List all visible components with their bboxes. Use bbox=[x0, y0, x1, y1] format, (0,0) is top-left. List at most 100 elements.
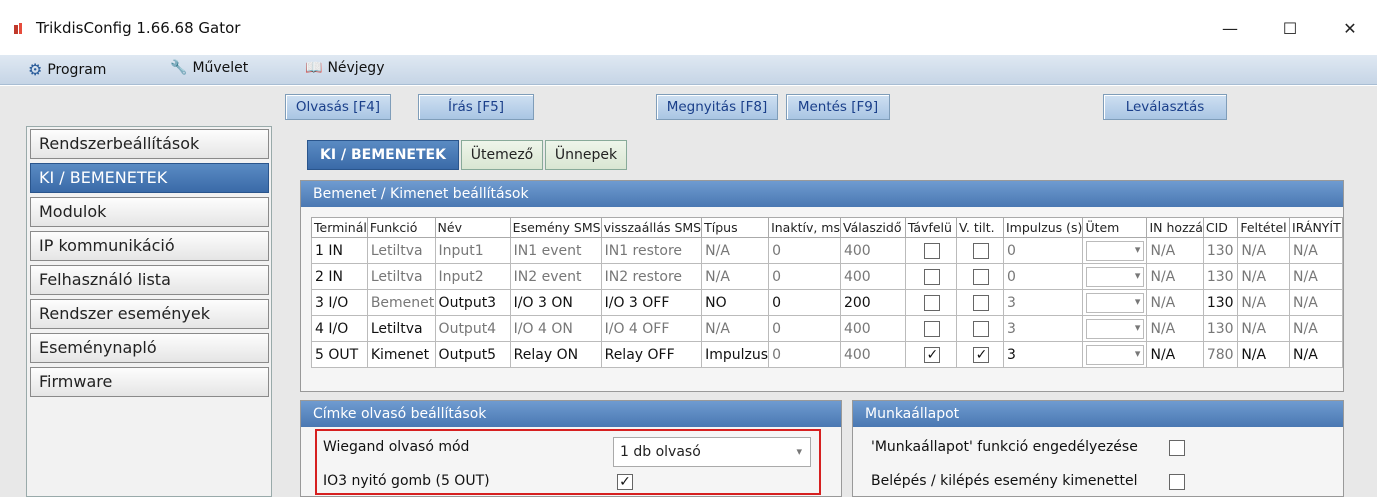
cell-event[interactable]: I/O 3 ON bbox=[509, 289, 602, 316]
cell-name[interactable]: Output4 bbox=[434, 315, 511, 342]
cell-vtilt[interactable] bbox=[955, 263, 1005, 290]
vtilt-checkbox[interactable] bbox=[973, 320, 990, 337]
wiegand-select[interactable]: 1 db olvasó ▾ bbox=[613, 437, 811, 467]
cell-impulse[interactable]: 0 bbox=[1002, 237, 1084, 264]
cell-dir[interactable]: N/A bbox=[1289, 263, 1343, 290]
cell-restore[interactable]: I/O 4 OFF bbox=[600, 315, 703, 342]
schedule-dropdown[interactable] bbox=[1086, 240, 1145, 261]
sidebar-item-esemenynaplo[interactable]: Eseménynapló bbox=[30, 333, 269, 363]
vtilt-checkbox[interactable]: ✓ bbox=[973, 346, 990, 363]
cell-in[interactable]: N/A bbox=[1146, 263, 1204, 290]
disconnect-button[interactable]: Leválasztás bbox=[1103, 94, 1227, 120]
schedule-dropdown[interactable] bbox=[1086, 292, 1145, 313]
schedule-dropdown[interactable] bbox=[1086, 266, 1145, 287]
cell-function[interactable]: Kimenet bbox=[366, 341, 436, 368]
table-row[interactable]: 5 OUT Kimenet Output5 Relay ON Relay OFF… bbox=[311, 341, 1343, 368]
cell-event[interactable]: I/O 4 ON bbox=[509, 315, 602, 342]
open-button[interactable]: Megnyitás [F8] bbox=[656, 94, 778, 120]
cell-impulse[interactable]: 0 bbox=[1002, 263, 1084, 290]
cell-inactive[interactable]: 0 bbox=[768, 341, 841, 368]
cell-type[interactable]: NO bbox=[701, 289, 770, 316]
cell-dir[interactable]: N/A bbox=[1289, 341, 1343, 368]
cell-response[interactable]: 200 bbox=[839, 289, 906, 316]
cell-name[interactable]: Output3 bbox=[434, 289, 511, 316]
remote-checkbox[interactable] bbox=[924, 320, 941, 337]
cell-cid[interactable]: 130 bbox=[1202, 263, 1239, 290]
cell-restore[interactable]: IN2 restore bbox=[600, 263, 703, 290]
cell-vtilt[interactable] bbox=[955, 289, 1005, 316]
close-button[interactable]: ✕ bbox=[1330, 14, 1370, 44]
sidebar-item-firmware[interactable]: Firmware bbox=[30, 367, 269, 397]
entry-exit-checkbox[interactable] bbox=[1169, 474, 1185, 490]
sidebar-item-modulok[interactable]: Modulok bbox=[30, 197, 269, 227]
cell-restore[interactable]: Relay OFF bbox=[600, 341, 703, 368]
tab-unnepek[interactable]: Ünnepek bbox=[545, 140, 627, 170]
work-enable-checkbox[interactable] bbox=[1169, 440, 1185, 456]
cell-event[interactable]: IN1 event bbox=[509, 237, 602, 264]
remote-checkbox[interactable] bbox=[924, 294, 941, 311]
cell-inactive[interactable]: 0 bbox=[768, 315, 841, 342]
cell-cid[interactable]: 130 bbox=[1202, 315, 1239, 342]
cell-restore[interactable]: IN1 restore bbox=[600, 237, 703, 264]
cell-vtilt[interactable] bbox=[955, 237, 1005, 264]
cell-cond[interactable]: N/A bbox=[1237, 315, 1291, 342]
menu-muvelet[interactable]: 🔧 Művelet bbox=[170, 60, 248, 76]
cell-dir[interactable]: N/A bbox=[1289, 289, 1343, 316]
cell-remote[interactable] bbox=[904, 289, 957, 316]
vtilt-checkbox[interactable] bbox=[973, 268, 990, 285]
vtilt-checkbox[interactable] bbox=[973, 242, 990, 259]
menu-nevjegy[interactable]: 📖 Névjegy bbox=[305, 60, 384, 76]
cell-remote[interactable] bbox=[904, 237, 957, 264]
cell-cid[interactable]: 130 bbox=[1202, 289, 1239, 316]
sidebar-item-felhasznalo-lista[interactable]: Felhasználó lista bbox=[30, 265, 269, 295]
sidebar-item-rendszerbeallitasok[interactable]: Rendszerbeállítások bbox=[30, 129, 269, 159]
read-button[interactable]: Olvasás [F4] bbox=[285, 94, 391, 120]
remote-checkbox[interactable] bbox=[924, 268, 941, 285]
cell-cid[interactable]: 780 bbox=[1202, 341, 1239, 368]
maximize-button[interactable]: ☐ bbox=[1270, 14, 1310, 44]
minimize-button[interactable]: — bbox=[1210, 14, 1250, 44]
cell-in[interactable]: N/A bbox=[1146, 237, 1204, 264]
cell-remote[interactable]: ✓ bbox=[904, 341, 957, 368]
vtilt-checkbox[interactable] bbox=[973, 294, 990, 311]
cell-cond[interactable]: N/A bbox=[1237, 341, 1291, 368]
cell-cid[interactable]: 130 bbox=[1202, 237, 1239, 264]
cell-response[interactable]: 400 bbox=[839, 263, 906, 290]
cell-type[interactable]: N/A bbox=[701, 263, 770, 290]
cell-inactive[interactable]: 0 bbox=[768, 289, 841, 316]
cell-response[interactable]: 400 bbox=[839, 315, 906, 342]
cell-function[interactable]: Letiltva bbox=[366, 263, 436, 290]
save-button[interactable]: Mentés [F9] bbox=[786, 94, 890, 120]
tab-utemezo[interactable]: Ütemező bbox=[461, 140, 543, 170]
cell-in[interactable]: N/A bbox=[1146, 289, 1204, 316]
cell-schedule[interactable] bbox=[1082, 237, 1148, 264]
cell-in[interactable]: N/A bbox=[1146, 315, 1204, 342]
cell-cond[interactable]: N/A bbox=[1237, 289, 1291, 316]
cell-response[interactable]: 400 bbox=[839, 341, 906, 368]
cell-vtilt[interactable] bbox=[955, 315, 1005, 342]
cell-schedule[interactable] bbox=[1082, 315, 1148, 342]
sidebar-item-ip-kommunikacio[interactable]: IP kommunikáció bbox=[30, 231, 269, 261]
cell-function[interactable]: Letiltva bbox=[366, 237, 436, 264]
cell-remote[interactable] bbox=[904, 315, 957, 342]
cell-vtilt[interactable]: ✓ bbox=[955, 341, 1005, 368]
cell-response[interactable]: 400 bbox=[839, 237, 906, 264]
cell-type[interactable]: N/A bbox=[701, 237, 770, 264]
schedule-dropdown[interactable] bbox=[1086, 344, 1145, 365]
cell-cond[interactable]: N/A bbox=[1237, 263, 1291, 290]
cell-event[interactable]: IN2 event bbox=[509, 263, 602, 290]
sidebar-item-ki-bemenetek[interactable]: KI / BEMENETEK bbox=[30, 163, 269, 193]
cell-schedule[interactable] bbox=[1082, 289, 1148, 316]
cell-schedule[interactable] bbox=[1082, 263, 1148, 290]
cell-name[interactable]: Input1 bbox=[434, 237, 511, 264]
table-row[interactable]: 2 IN Letiltva Input2 IN2 event IN2 resto… bbox=[311, 263, 1343, 290]
cell-restore[interactable]: I/O 3 OFF bbox=[600, 289, 703, 316]
cell-name[interactable]: Input2 bbox=[434, 263, 511, 290]
table-row[interactable]: 1 IN Letiltva Input1 IN1 event IN1 resto… bbox=[311, 237, 1343, 264]
cell-inactive[interactable]: 0 bbox=[768, 263, 841, 290]
cell-in[interactable]: N/A bbox=[1146, 341, 1204, 368]
table-row[interactable]: 4 I/O Letiltva Output4 I/O 4 ON I/O 4 OF… bbox=[311, 315, 1343, 342]
menu-program[interactable]: ⚙ Program bbox=[28, 60, 106, 79]
cell-event[interactable]: Relay ON bbox=[509, 341, 602, 368]
cell-remote[interactable] bbox=[904, 263, 957, 290]
